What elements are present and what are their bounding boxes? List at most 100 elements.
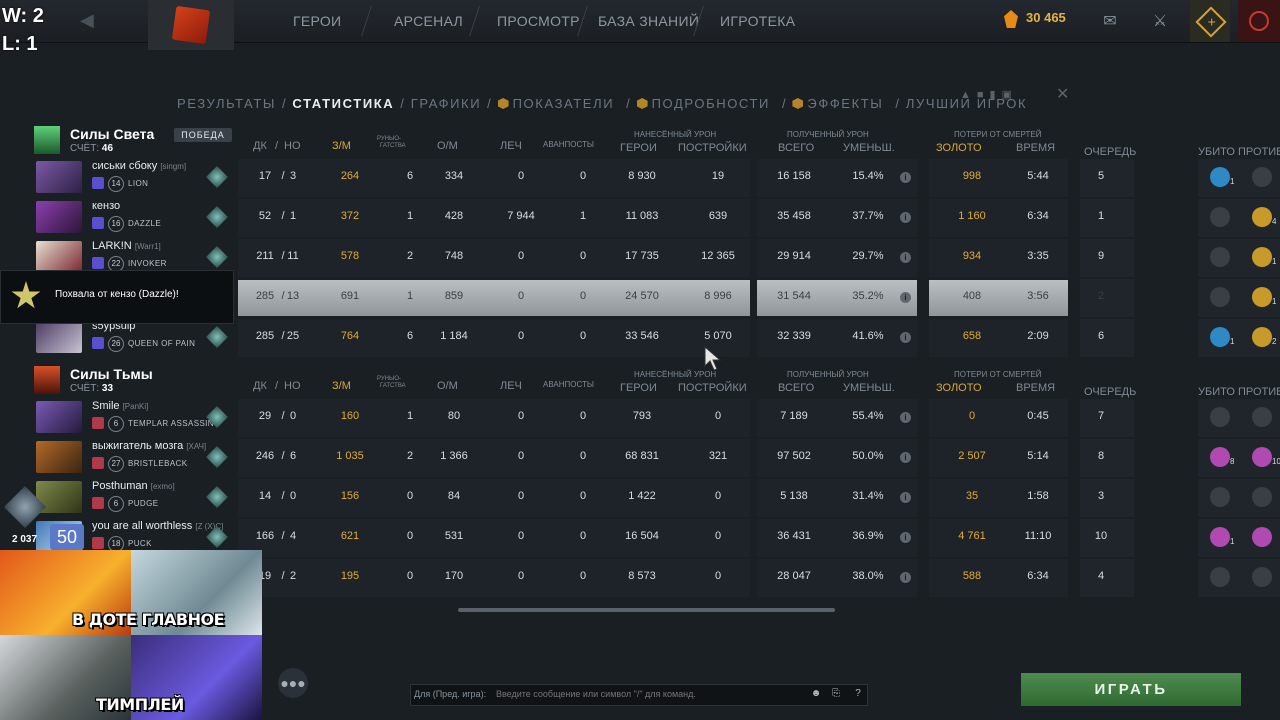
tab-results[interactable]: РЕЗУЛЬТАТЫ (177, 96, 276, 111)
info-icon[interactable]: i (900, 572, 911, 583)
deaths: 0 (289, 410, 297, 422)
hero-portrait[interactable] (36, 441, 82, 473)
xpm: 859 (444, 290, 464, 302)
runes: 1 (406, 290, 414, 302)
tab-statistics[interactable]: СТАТИСТИКА (292, 96, 394, 111)
header-taken-reduced: УМЕНЬШ. (843, 142, 895, 154)
nav-arsenal[interactable]: АРСЕНАЛ (394, 0, 463, 42)
header-deaths: НО (284, 380, 301, 392)
info-icon[interactable]: i (900, 492, 911, 503)
hero-portrait[interactable] (36, 241, 82, 273)
info-icon[interactable]: i (900, 212, 911, 223)
queue-position: 1 (1097, 210, 1105, 222)
outposts: 0 (579, 450, 587, 462)
player-guild-tag: [PanKi] (122, 402, 149, 411)
nav-knowledge-base[interactable]: БАЗА ЗНАНИЙ (598, 0, 699, 42)
account-level-badge: 50 (50, 524, 84, 550)
meme-caption-top: В ДОТЕ ГЛАВНОЕ (72, 610, 225, 629)
kill-count: 1 (1230, 537, 1235, 546)
header-lost-time: ВРЕМЯ (1016, 142, 1056, 154)
player-name[interactable]: you are all worthless [Z (X)C] (92, 520, 223, 532)
chevron-left-icon[interactable]: ◀ (80, 10, 94, 31)
lost-gold: 35 (965, 490, 979, 502)
hero-name: TEMPLAR ASSASSIN (128, 419, 214, 428)
rank-icon (206, 486, 228, 508)
plus-hex-icon (792, 98, 804, 109)
runes: 1 (406, 410, 414, 422)
player-row[interactable]: сиськи сбоку [singm] 14 LION (22, 158, 234, 196)
kill-count: 4 (1272, 217, 1277, 226)
killer-hero-icon (1252, 447, 1272, 467)
player-name[interactable]: выжигатель мозга [ХАЧ] (92, 440, 206, 452)
chat-channel-label[interactable]: Для (Пред. игра): (414, 689, 486, 699)
info-icon[interactable]: i (900, 332, 911, 343)
info-icon[interactable]: i (900, 532, 911, 543)
close-icon[interactable]: ✕ (1056, 84, 1069, 104)
hero-level: 27 (108, 456, 124, 472)
radiant-name: Силы Света (70, 126, 155, 142)
tab-effects[interactable]: ЭФФЕКТЫ (792, 96, 889, 111)
nav-arcade[interactable]: ИГРОТЕКА (720, 0, 795, 42)
info-icon[interactable]: i (900, 292, 911, 303)
dota-logo[interactable] (148, 0, 234, 50)
translate-icon[interactable]: ⎘ (828, 686, 844, 702)
tab-metrics[interactable]: ПОКАЗАТЕЛИ (497, 96, 621, 111)
hero-portrait[interactable] (36, 201, 82, 233)
hero-portrait[interactable] (36, 321, 82, 353)
header-slash: / (275, 140, 279, 152)
nav-heroes[interactable]: ГЕРОИ (293, 0, 341, 42)
damage-reduced: 36.9% (852, 530, 884, 542)
player-name[interactable]: Posthuman [exmo] (92, 480, 175, 492)
killer-hero-icon (1210, 527, 1230, 547)
info-icon[interactable]: i (900, 252, 911, 263)
mail-icon[interactable]: ✉ (1100, 11, 1120, 31)
hero-damage: 33 546 (625, 330, 659, 342)
info-icon[interactable]: i (900, 412, 911, 423)
gpm: 264 (340, 170, 360, 182)
nav-watch[interactable]: ПРОСМОТР (497, 0, 580, 42)
damage-taken: 28 047 (777, 570, 811, 582)
armory-icon[interactable]: ⚔ (1150, 11, 1170, 31)
player-row[interactable]: кензо 16 DAZZLE (22, 198, 234, 236)
header-heal: ЛЕЧ (500, 380, 522, 392)
horizontal-scrollbar[interactable] (458, 608, 835, 612)
runes: 6 (406, 330, 414, 342)
header-taken-total: ВСЕГО (778, 142, 815, 154)
player-row[interactable]: выжигатель мозга [ХАЧ] 27 BRISTLEBACK (22, 438, 234, 476)
player-name[interactable]: LARK!N [Warr1] (92, 240, 161, 252)
header-damage-taken: ПОЛУЧЕННЫЙ УРОН (787, 370, 869, 379)
hero-name: PUDGE (128, 499, 159, 508)
tab-graphs[interactable]: ГРАФИКИ (411, 96, 481, 111)
damage-reduced: 50.0% (852, 450, 884, 462)
view-mode-icons[interactable]: ▲■▮▣ (960, 88, 1018, 101)
hero-portrait[interactable] (36, 161, 82, 193)
hero-portrait[interactable] (36, 401, 82, 433)
building-damage: 12 365 (701, 250, 735, 262)
chat-input[interactable] (496, 689, 806, 699)
help-button[interactable]: ? (850, 686, 866, 702)
kill-count: 8 (1230, 457, 1235, 466)
shards-counter[interactable]: 30 465 (1026, 10, 1066, 25)
damage-taken: 16 158 (777, 170, 811, 182)
lost-time: 3:56 (1027, 290, 1049, 302)
info-icon[interactable]: i (900, 452, 911, 463)
chat-icon[interactable]: ●●● (278, 668, 308, 698)
header-taken-reduced: УМЕНЬШ. (843, 382, 895, 394)
player-row[interactable]: Smile [PanKi] 6 TEMPLAR ASSASSIN (22, 398, 234, 436)
outposts: 0 (579, 570, 587, 582)
hero-damage: 16 504 (625, 530, 659, 542)
outposts: 0 (579, 250, 587, 262)
hero-attribute-icon (92, 217, 104, 229)
rank-icon (206, 166, 228, 188)
emoji-icon[interactable]: ☻ (808, 686, 824, 702)
play-button[interactable]: ИГРАТЬ (1021, 673, 1241, 706)
info-icon[interactable]: i (900, 172, 911, 183)
player-name[interactable]: Smile [PanKi] (92, 400, 148, 412)
tab-details[interactable]: ПОДРОБНОСТИ (636, 96, 776, 111)
player-row[interactable]: Posthuman [exmo] 6 PUDGE (22, 478, 234, 516)
player-nickname: Smile (92, 400, 120, 412)
player-name[interactable]: кензо (92, 200, 120, 212)
header-runes-b: ГАТСТВА (380, 143, 406, 149)
deaths: 11 (287, 250, 299, 262)
player-name[interactable]: сиськи сбоку [singm] (92, 160, 186, 172)
